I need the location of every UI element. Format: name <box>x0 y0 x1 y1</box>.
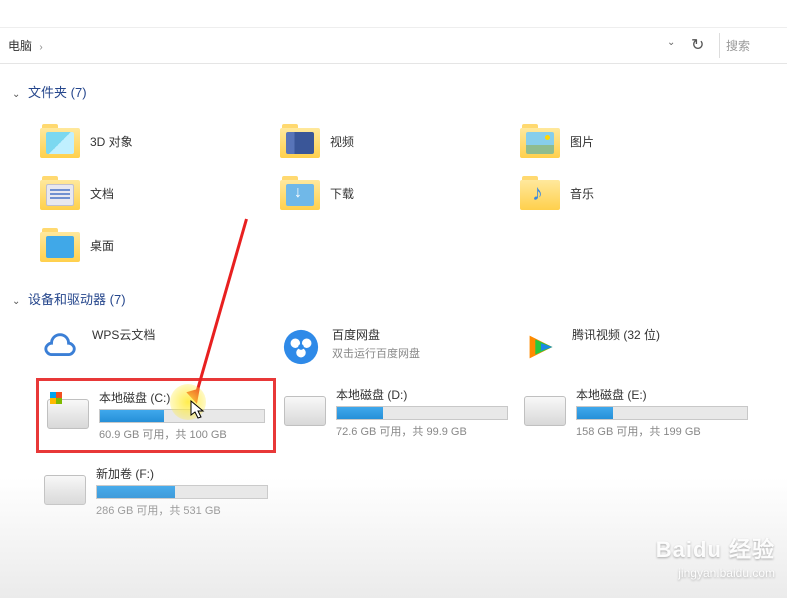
drive-usage-bar <box>576 406 748 420</box>
device-label: WPS云文档 <box>92 326 272 343</box>
drive-label: 新加卷 (F:) <box>96 465 268 482</box>
content-area: ⌄ 文件夹 (7) 3D 对象 视频 图片 文档 下载 音乐 <box>0 64 787 598</box>
folder-icon <box>40 226 80 264</box>
folder-icon <box>520 174 560 212</box>
drive-usage-bar <box>99 409 265 423</box>
drive-free-text: 60.9 GB 可用，共 100 GB <box>99 426 265 442</box>
watermark: Baidu 经验 jingyan.baidu.com <box>656 532 775 580</box>
devices-grid: WPS云文档 百度网盘 双击运行百度网盘 腾讯视频 (32 位) 本地磁盘 (C… <box>8 314 779 530</box>
folder-icon <box>520 122 560 160</box>
chevron-down-icon: ⌄ <box>12 89 20 100</box>
drive-c[interactable]: 本地磁盘 (C:) 60.9 GB 可用，共 100 GB <box>36 378 276 453</box>
folder-3d-objects[interactable]: 3D 对象 <box>36 115 276 167</box>
drive-e[interactable]: 本地磁盘 (E:) 158 GB 可用，共 199 GB <box>516 378 756 453</box>
drive-free-text: 72.6 GB 可用，共 99.9 GB <box>336 423 508 439</box>
disk-drive-icon <box>284 396 326 426</box>
watermark-main: Baidu 经验 <box>656 532 775 564</box>
watermark-sub: jingyan.baidu.com <box>656 566 775 580</box>
breadcrumb-separator: › <box>39 42 42 53</box>
folder-documents[interactable]: 文档 <box>36 167 276 219</box>
folders-count: (7) <box>71 85 87 100</box>
folder-icon <box>280 174 320 212</box>
disk-drive-icon <box>524 396 566 426</box>
folder-label: 图片 <box>570 133 594 150</box>
wps-cloud-icon <box>40 326 82 368</box>
folder-icon <box>40 174 80 212</box>
chevron-down-icon: ⌄ <box>12 296 20 307</box>
device-label: 腾讯视频 (32 位) <box>572 326 752 343</box>
device-wps-cloud[interactable]: WPS云文档 <box>36 322 276 378</box>
folder-icon <box>280 122 320 160</box>
folder-label: 桌面 <box>90 237 114 254</box>
search-input[interactable]: 搜索 <box>719 33 779 58</box>
folder-label: 视频 <box>330 133 354 150</box>
folders-grid: 3D 对象 视频 图片 文档 下载 音乐 桌面 <box>8 107 779 283</box>
folder-label: 音乐 <box>570 185 594 202</box>
folder-label: 文档 <box>90 185 114 202</box>
drive-label: 本地磁盘 (D:) <box>336 386 508 403</box>
folder-label: 下载 <box>330 185 354 202</box>
device-baidu-netdisk[interactable]: 百度网盘 双击运行百度网盘 <box>276 322 516 378</box>
folders-section-header[interactable]: ⌄ 文件夹 (7) <box>8 76 779 107</box>
address-bar: 电脑 › ⌄ ↻ 搜索 <box>0 28 787 64</box>
history-dropdown-icon[interactable]: ⌄ <box>667 37 685 55</box>
refresh-icon[interactable]: ↻ <box>691 35 713 57</box>
drive-free-text: 158 GB 可用，共 199 GB <box>576 423 748 439</box>
drive-label: 本地磁盘 (C:) <box>99 389 265 406</box>
baidu-netdisk-icon <box>280 326 322 368</box>
device-sublabel: 双击运行百度网盘 <box>332 345 512 361</box>
devices-title: 设备和驱动器 <box>28 292 106 307</box>
menu-bar <box>0 0 787 28</box>
breadcrumb-location: 电脑 <box>8 39 32 53</box>
menu-text <box>0 0 787 12</box>
folder-pictures[interactable]: 图片 <box>516 115 756 167</box>
disk-drive-icon <box>47 399 89 429</box>
folder-videos[interactable]: 视频 <box>276 115 516 167</box>
tencent-video-icon <box>520 326 562 368</box>
drive-free-text: 286 GB 可用，共 531 GB <box>96 502 268 518</box>
drive-label: 本地磁盘 (E:) <box>576 386 748 403</box>
folder-label: 3D 对象 <box>90 133 133 150</box>
breadcrumb[interactable]: 电脑 › <box>8 37 667 54</box>
disk-drive-icon <box>44 475 86 505</box>
folder-music[interactable]: 音乐 <box>516 167 756 219</box>
drive-usage-bar <box>336 406 508 420</box>
drive-d[interactable]: 本地磁盘 (D:) 72.6 GB 可用，共 99.9 GB <box>276 378 516 453</box>
drive-usage-bar <box>96 485 268 499</box>
folder-icon <box>40 122 80 160</box>
drive-f[interactable]: 新加卷 (F:) 286 GB 可用，共 531 GB <box>36 457 276 526</box>
folders-title: 文件夹 <box>28 85 67 100</box>
device-tencent-video[interactable]: 腾讯视频 (32 位) <box>516 322 756 378</box>
devices-count: (7) <box>110 292 126 307</box>
device-label: 百度网盘 <box>332 326 512 343</box>
devices-section-header[interactable]: ⌄ 设备和驱动器 (7) <box>8 283 779 314</box>
folder-downloads[interactable]: 下载 <box>276 167 516 219</box>
